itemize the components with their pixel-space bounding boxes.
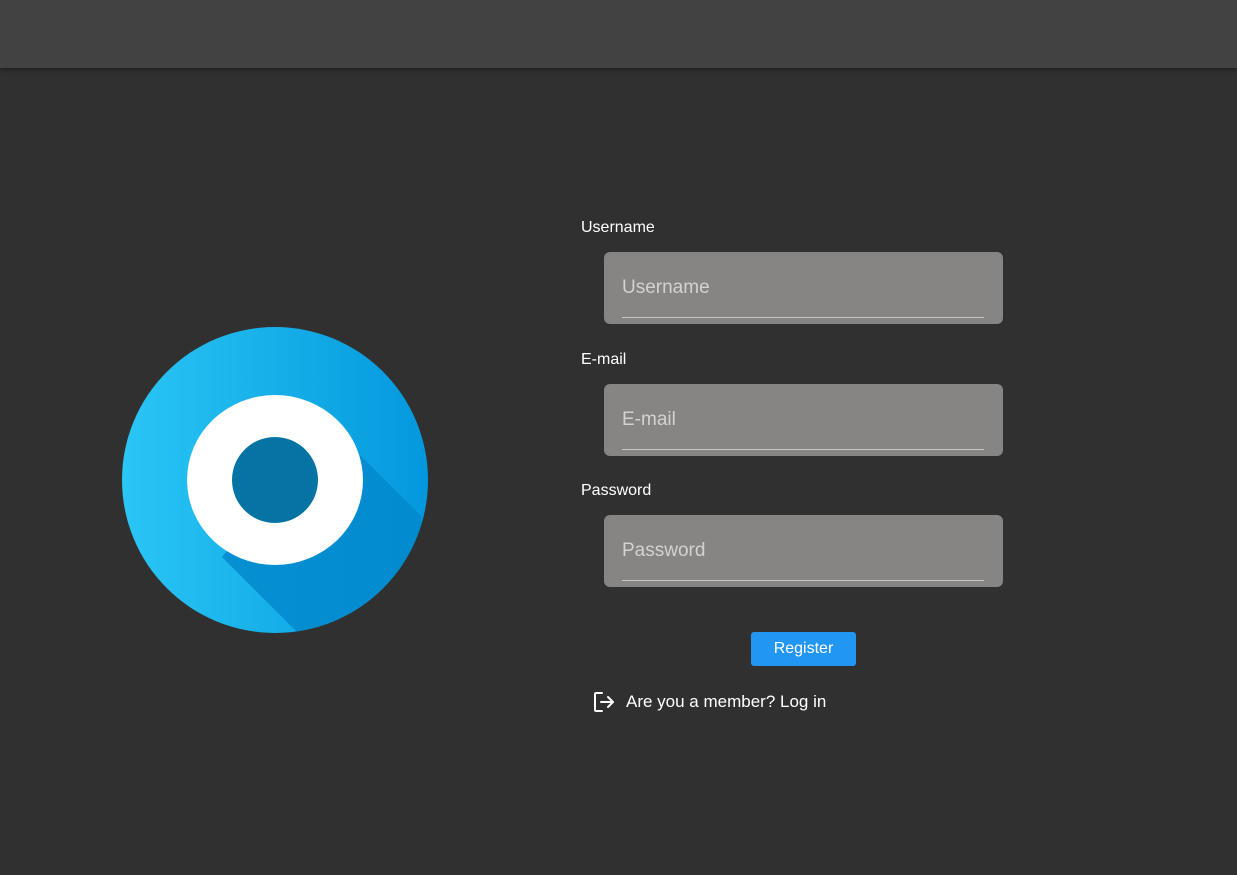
- password-label: Password: [581, 482, 652, 499]
- register-button[interactable]: Register: [751, 632, 856, 666]
- login-icon: [594, 692, 614, 712]
- password-field-box[interactable]: [604, 515, 1003, 587]
- password-underline: [622, 580, 984, 581]
- login-link[interactable]: Are you a member? Log in: [592, 690, 826, 714]
- email-underline: [622, 449, 984, 450]
- username-field-box[interactable]: [604, 252, 1003, 324]
- app-logo: [122, 327, 428, 633]
- login-link-text[interactable]: Are you a member? Log in: [626, 690, 826, 714]
- top-app-bar: [0, 0, 1237, 68]
- username-underline: [622, 317, 984, 318]
- username-label: Username: [581, 219, 655, 236]
- email-input[interactable]: [622, 406, 984, 434]
- username-input[interactable]: [622, 274, 984, 302]
- email-label: E-mail: [581, 351, 627, 368]
- logo-graphic: [122, 327, 428, 633]
- email-field-box[interactable]: [604, 384, 1003, 456]
- password-input[interactable]: [622, 537, 984, 565]
